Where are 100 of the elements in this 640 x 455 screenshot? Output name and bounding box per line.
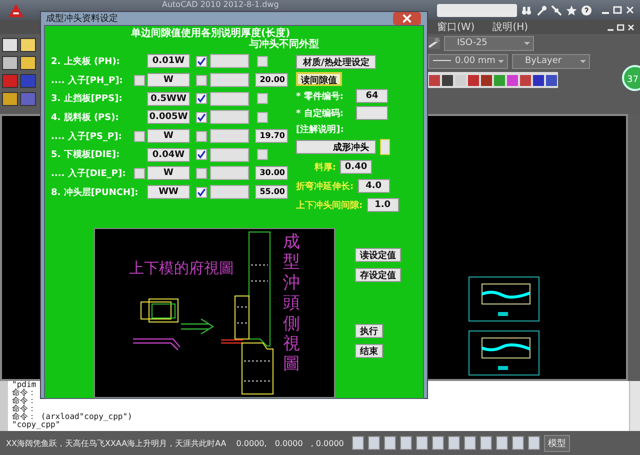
checkbox[interactable] <box>134 74 145 86</box>
input-field[interactable] <box>210 148 249 162</box>
plate-label: 8. 冲头层[PUNCH]: <box>51 186 138 199</box>
field-label: 上下冲头间间隙: <box>296 199 363 212</box>
clearance-button[interactable]: 0.5WW <box>147 92 190 106</box>
clearance-button[interactable]: 0.04W <box>147 148 190 162</box>
checkbox[interactable] <box>257 112 268 123</box>
status-toggle-icon[interactable] <box>496 436 508 450</box>
action-button[interactable]: 读设定值 <box>355 248 401 262</box>
status-toggle-icon[interactable] <box>528 436 540 450</box>
wrench-icon[interactable] <box>536 4 547 16</box>
lineweight-dropdown[interactable]: 0.00 mm <box>428 54 508 68</box>
toolbar-icon[interactable] <box>2 92 18 106</box>
close-icon[interactable] <box>392 12 422 25</box>
action-button[interactable]: 存设定值 <box>355 268 401 282</box>
toolbar-icon[interactable] <box>20 38 36 52</box>
plate-label: .... 入子[PS_P]: <box>51 130 122 143</box>
clearance-button[interactable]: W <box>147 166 190 180</box>
star-icon[interactable] <box>566 4 577 16</box>
number-field[interactable]: 55.00 <box>255 185 288 200</box>
dimension-style-icon[interactable] <box>428 37 440 49</box>
input-field[interactable] <box>210 110 249 124</box>
clearance-button[interactable]: 0.005W <box>147 110 190 124</box>
dialog-title: 成型冲头资料设定 <box>46 12 118 25</box>
toolbar-icon[interactable] <box>546 74 557 86</box>
clearance-button[interactable]: W <box>147 129 190 144</box>
checkbox[interactable] <box>196 93 207 104</box>
model-tab[interactable]: 模型 <box>544 434 570 452</box>
status-toggle-icon[interactable] <box>480 436 492 450</box>
clearance-button[interactable]: W <box>147 73 190 88</box>
note-field[interactable]: 成形冲头 <box>296 140 376 154</box>
view-caption: 成型沖頭側視圖 <box>283 232 300 375</box>
checkbox[interactable] <box>196 130 207 142</box>
status-toggle-icon[interactable] <box>416 436 428 450</box>
status-toggle-icon[interactable] <box>464 436 476 450</box>
input-field[interactable] <box>210 92 249 106</box>
search-field[interactable] <box>437 4 517 16</box>
checkbox[interactable] <box>196 56 207 67</box>
toolbar-icon[interactable] <box>442 74 453 86</box>
checkbox[interactable] <box>257 93 268 104</box>
command-line: "copy_cpp" <box>12 421 60 429</box>
checkbox[interactable] <box>257 56 268 67</box>
number-field[interactable]: 30.00 <box>255 166 288 180</box>
menu-item[interactable]: 說明(H) <box>492 20 528 34</box>
number-field[interactable]: 20.00 <box>255 73 288 88</box>
input-field[interactable] <box>210 185 249 200</box>
drawing-thumbnail <box>468 330 540 376</box>
input-field[interactable]: 64 <box>356 89 388 103</box>
field-label: * 自定编码: <box>296 107 344 120</box>
checkbox[interactable] <box>196 186 207 198</box>
toolbar-icon[interactable] <box>533 74 544 86</box>
read-clearance-button[interactable]: 读间隙值 <box>296 72 342 86</box>
input-field[interactable]: 4.0 <box>358 179 390 193</box>
checkbox[interactable] <box>196 112 207 123</box>
input-field[interactable] <box>356 106 388 120</box>
toolbar-icon[interactable] <box>468 74 479 86</box>
window-controls-icon[interactable] <box>600 5 636 15</box>
status-toggle-icon[interactable] <box>432 436 444 450</box>
document-controls-icon[interactable] <box>606 22 636 32</box>
satellite-icon[interactable] <box>551 4 562 16</box>
dimension-style-dropdown[interactable]: ISO-25 <box>444 36 534 50</box>
input-field[interactable]: 0.40 <box>340 160 372 174</box>
arrow-drawing <box>180 318 214 335</box>
action-button[interactable]: 结束 <box>355 344 383 358</box>
field-label: 料厚: <box>313 161 336 174</box>
menu-item[interactable]: 窗口(W) <box>437 20 475 34</box>
help-icon[interactable] <box>581 4 592 16</box>
checkbox[interactable] <box>196 168 207 179</box>
clearance-button[interactable]: WW <box>147 185 190 200</box>
binoculars-icon[interactable] <box>521 4 532 16</box>
toolbar-icon[interactable] <box>481 74 492 86</box>
checkbox[interactable] <box>134 168 145 179</box>
input-field[interactable] <box>210 166 249 180</box>
plate-label: .... 入子[DIE_P]: <box>51 167 126 180</box>
material-settings-button[interactable]: 材质/热处理设定 <box>296 55 376 69</box>
input-field[interactable] <box>210 129 249 144</box>
status-toggle-icon[interactable] <box>352 436 364 450</box>
status-toggle-icon[interactable] <box>448 436 460 450</box>
checkbox[interactable] <box>196 149 207 160</box>
status-toggle-icon[interactable] <box>384 436 396 450</box>
column-heading: 与冲头不同外型 <box>248 39 320 50</box>
checkbox[interactable] <box>196 74 207 86</box>
status-toggle-icon[interactable] <box>512 436 524 450</box>
clearance-button[interactable]: 0.01W <box>147 54 190 68</box>
input-field[interactable] <box>210 54 249 68</box>
number-field[interactable]: 19.70 <box>255 129 288 144</box>
toolbar-icon[interactable] <box>2 38 18 52</box>
status-toggle-icon[interactable] <box>368 436 380 450</box>
toolbar-icon[interactable] <box>20 56 36 70</box>
strip-line-drawing <box>132 338 181 351</box>
status-toggle-icon[interactable] <box>400 436 412 450</box>
input-field[interactable] <box>210 73 249 88</box>
checkbox[interactable] <box>134 130 145 142</box>
toolbar-icon[interactable] <box>2 56 18 70</box>
checkbox[interactable] <box>257 149 268 160</box>
action-button[interactable]: 执行 <box>355 324 383 338</box>
linetype-dropdown[interactable]: ByLayer <box>512 54 590 68</box>
view-caption: 上下模的府視圖 <box>129 259 234 278</box>
scrollbar[interactable] <box>629 381 640 431</box>
input-field[interactable]: 1.0 <box>366 198 399 212</box>
